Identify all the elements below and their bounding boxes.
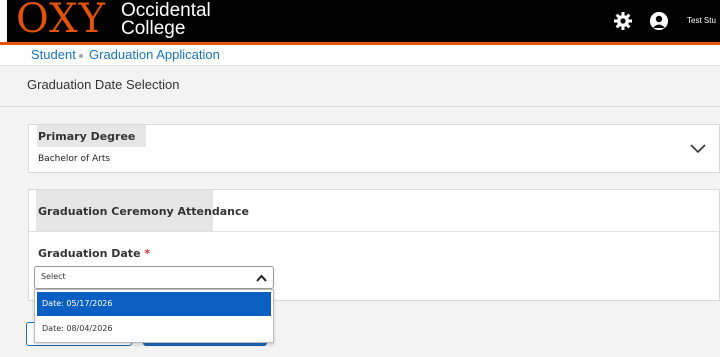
user-avatar-icon[interactable] [650, 12, 668, 30]
primary-degree-card[interactable]: Primary Degree Bachelor of Arts [28, 124, 720, 173]
page-title-bar: Graduation Date Selection [0, 66, 720, 107]
required-marker: * [144, 247, 151, 260]
primary-degree-value: Bachelor of Arts [38, 154, 111, 164]
logo-college-name: Occidental College [121, 1, 211, 39]
breadcrumb-current: Graduation Application [89, 47, 220, 62]
dropdown-option-label: Date: 08/04/2026 [42, 324, 113, 333]
breadcrumb-separator [79, 54, 83, 58]
logo-left-strip [0, 0, 7, 42]
logo-college-line2: College [121, 18, 186, 39]
chevron-down-icon[interactable] [690, 141, 706, 157]
breadcrumb: Student Graduation Application [0, 45, 720, 66]
chevron-up-icon [256, 274, 267, 282]
primary-degree-heading: Primary Degree [38, 130, 136, 143]
graduation-date-select-value: Select [41, 272, 66, 281]
top-header-bar: OXY Occidental College Test Stu [0, 0, 720, 45]
card-divider [29, 231, 719, 232]
dropdown-option[interactable]: Date: 05/17/2026 [37, 292, 271, 316]
user-name[interactable]: Test Stu [687, 16, 716, 25]
logo-oxy-text: OXY [16, 0, 106, 42]
graduation-date-dropdown: Date: 05/17/2026 Date: 08/04/2026 [34, 289, 274, 343]
graduation-date-label: Graduation Date * [38, 247, 150, 260]
ceremony-heading: Graduation Ceremony Attendance [38, 205, 249, 218]
gear-icon[interactable] [613, 11, 633, 31]
page-title: Graduation Date Selection [27, 77, 180, 92]
dropdown-option[interactable]: Date: 08/04/2026 [37, 317, 271, 341]
dropdown-option-label: Date: 05/17/2026 [42, 299, 113, 308]
graduation-date-label-text: Graduation Date [38, 247, 141, 260]
graduation-date-select[interactable]: Select [34, 266, 274, 289]
breadcrumb-student-link[interactable]: Student [31, 47, 76, 62]
